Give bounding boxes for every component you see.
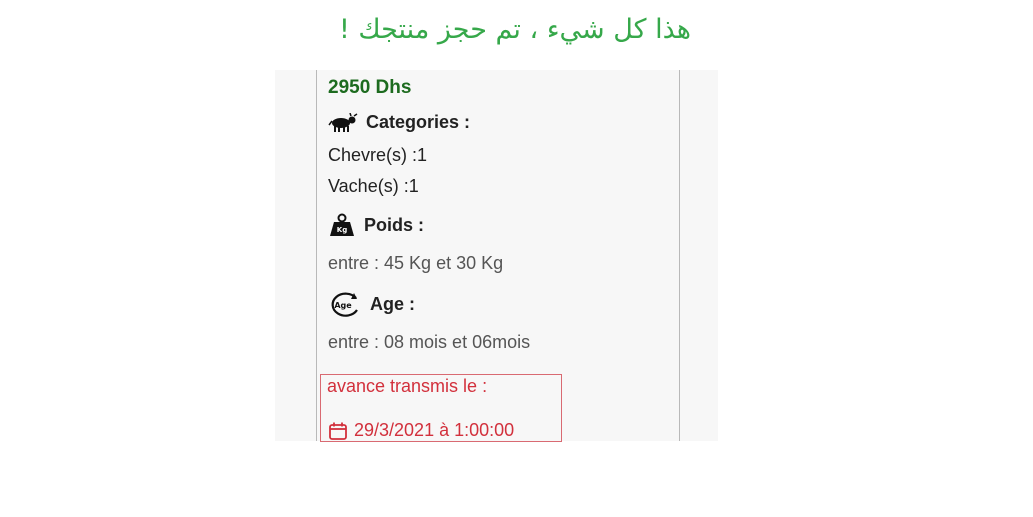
age-title: Age : [370, 293, 415, 314]
svg-text:Kg: Kg [337, 226, 347, 234]
price-label: 2950 Dhs [328, 77, 412, 98]
weight-title: Poids : [364, 214, 425, 235]
advance-date-row: 29/3/2021 à 1:00:00 [328, 420, 514, 441]
confirmation-banner: هذا كل شيء ، تم حجز منتجك ! [338, 14, 692, 45]
categories-heading: Categories : [328, 112, 470, 133]
livestock-icon [328, 112, 358, 133]
calendar-icon [328, 421, 348, 441]
weight-kg-icon: Kg [328, 213, 356, 237]
categories-title: Categories : [366, 112, 471, 132]
weight-heading: Kg Poids : [328, 213, 424, 237]
svg-text:Age: Age [334, 301, 352, 310]
category-item-cow: Vache(s) :1 [328, 176, 419, 196]
age-heading: Age Age : [328, 290, 415, 318]
age-cycle-icon: Age [328, 290, 362, 318]
category-item-goat: Chevre(s) :1 [328, 145, 428, 165]
weight-value: entre : 45 Kg et 30 Kg [328, 253, 504, 273]
advance-date: 29/3/2021 à 1:00:00 [354, 420, 515, 440]
age-value: entre : 08 mois et 06mois [328, 332, 531, 352]
advance-label: avance transmis le : [327, 376, 488, 396]
